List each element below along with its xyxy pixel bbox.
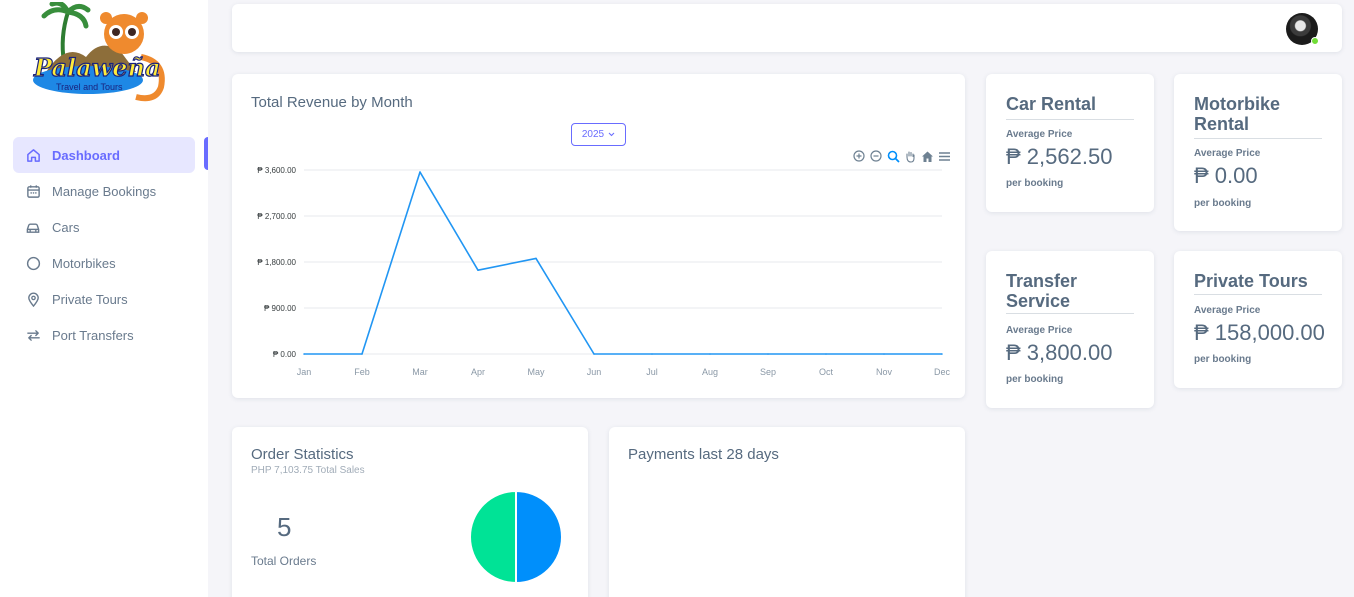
- data-point: [709, 353, 711, 355]
- x-tick-label: Sep: [760, 367, 776, 377]
- divider: [1006, 313, 1134, 314]
- pie-slice: [469, 489, 517, 585]
- car-rental-card: Car Rental Average Price ₱ 2,562.50 per …: [986, 74, 1154, 212]
- x-tick-label: Jan: [297, 367, 312, 377]
- private-tours-sub: Average Price: [1194, 305, 1261, 316]
- transfer-service-foot: per booking: [1006, 374, 1064, 385]
- data-point: [593, 353, 595, 355]
- data-point: [767, 353, 769, 355]
- order-total-sales: PHP 7,103.75 Total Sales: [251, 465, 365, 476]
- brand-name: Palaweña: [33, 53, 161, 82]
- sidebar-item-label: Dashboard: [52, 147, 120, 163]
- sidebar-item-cars[interactable]: Cars: [13, 209, 195, 245]
- x-tick-label: Nov: [876, 367, 893, 377]
- x-tick-label: Mar: [412, 367, 428, 377]
- motorbike-rental-foot: per booking: [1194, 198, 1252, 209]
- sidebar-menu: Dashboard Manage Bookings Cars Motorbike…: [0, 137, 208, 353]
- motorbike-rental-value: ₱ 0.00: [1194, 163, 1258, 188]
- home-icon: [25, 147, 41, 163]
- order-statistics-card: Order Statistics PHP 7,103.75 Total Sale…: [232, 427, 588, 597]
- brand-tagline: Travel and Tours: [56, 82, 123, 92]
- y-tick-label: ₱ 1,800.00: [257, 258, 296, 267]
- brand-logo[interactable]: Palaweña Travel and Tours: [26, 0, 171, 112]
- data-point: [883, 353, 885, 355]
- transfer-service-sub: Average Price: [1006, 325, 1073, 336]
- data-point: [651, 353, 653, 355]
- car-rental-sub: Average Price: [1006, 129, 1073, 140]
- pie-slice: [515, 489, 563, 585]
- data-point: [419, 171, 421, 173]
- payments-title: Payments last 28 days: [628, 446, 779, 463]
- private-tours-title: Private Tours: [1194, 271, 1308, 291]
- y-tick-label: ₱ 3,600.00: [257, 166, 296, 175]
- order-count-label: Total Orders: [251, 554, 317, 568]
- order-statistics-title: Order Statistics: [251, 446, 354, 463]
- revenue-line-chart: ₱ 3,600.00 ₱ 2,700.00 ₱ 1,800.00 ₱ 900.00 ₱ …: [257, 166, 951, 377]
- revenue-card: Total Revenue by Month 2025 ₱ 3,600.00 ₱ …: [232, 74, 965, 398]
- top-navbar: [232, 4, 1342, 52]
- data-point: [941, 353, 943, 355]
- sidebar-item-label: Cars: [52, 219, 80, 235]
- car-rental-title: Car Rental: [1006, 94, 1097, 114]
- payments-card: Payments last 28 days: [609, 427, 965, 597]
- transfer-service-value: ₱ 3,800.00: [1006, 340, 1113, 365]
- data-point: [825, 353, 827, 355]
- private-tours-card: Private Tours Average Price ₱ 158,000.00…: [1174, 251, 1342, 388]
- active-indicator: [204, 137, 208, 170]
- x-tick-label: Feb: [354, 367, 370, 377]
- sidebar-item-label: Motorbikes: [52, 255, 116, 271]
- online-status-dot: [1311, 37, 1319, 45]
- map-pin-icon: [25, 291, 41, 307]
- data-point: [535, 257, 537, 260]
- sidebar-item-label: Private Tours: [52, 291, 128, 307]
- circle-icon: [25, 255, 41, 271]
- divider: [1006, 119, 1134, 120]
- motorbike-rental-card: Motorbike Rental Average Price ₱ 0.00 pe…: [1174, 74, 1342, 231]
- y-tick-label: ₱ 0.00: [273, 350, 297, 359]
- car-rental-value: ₱ 2,562.50: [1006, 144, 1113, 169]
- revenue-series-line: [304, 171, 942, 355]
- motorbike-rental-sub: Average Price: [1194, 148, 1261, 159]
- sidebar-item-port-transfers[interactable]: Port Transfers: [13, 317, 195, 353]
- private-tours-value: ₱ 158,000.00: [1194, 320, 1325, 345]
- order-pie-chart: [469, 489, 563, 585]
- car-icon: [25, 219, 41, 235]
- y-tick-label: ₱ 2,700.00: [257, 212, 296, 221]
- transfer-icon: [25, 327, 41, 343]
- divider: [1194, 138, 1322, 139]
- x-tick-label: Jun: [587, 367, 602, 377]
- calendar-icon: [25, 183, 41, 199]
- x-tick-label: Apr: [471, 367, 485, 377]
- data-point: [361, 353, 363, 355]
- transfer-service-title: Transfer Service: [1006, 271, 1078, 311]
- transfer-service-card: Transfer Service Average Price ₱ 3,800.0…: [986, 251, 1154, 408]
- x-tick-label: Oct: [819, 367, 834, 377]
- car-rental-foot: per booking: [1006, 178, 1064, 189]
- x-tick-label: Jul: [646, 367, 658, 377]
- sidebar-item-label: Port Transfers: [52, 327, 134, 343]
- private-tours-foot: per booking: [1194, 354, 1252, 365]
- sidebar-item-dashboard[interactable]: Dashboard: [13, 137, 195, 173]
- sidebar-item-manage-bookings[interactable]: Manage Bookings: [13, 173, 195, 209]
- motorbike-rental-title: Motorbike Rental: [1194, 94, 1281, 134]
- sidebar: Palaweña Travel and Tours Dashboard Mana…: [0, 0, 208, 597]
- sidebar-item-private-tours[interactable]: Private Tours: [13, 281, 195, 317]
- data-point: [477, 269, 479, 271]
- order-count: 5: [277, 512, 292, 542]
- divider: [1194, 294, 1322, 295]
- x-tick-label: May: [527, 367, 545, 377]
- y-tick-label: ₱ 900.00: [264, 304, 297, 313]
- x-tick-label: Aug: [702, 367, 718, 377]
- sidebar-item-motorbikes[interactable]: Motorbikes: [13, 245, 195, 281]
- sidebar-item-label: Manage Bookings: [52, 183, 157, 199]
- data-point: [303, 353, 305, 355]
- x-tick-label: Dec: [934, 367, 951, 377]
